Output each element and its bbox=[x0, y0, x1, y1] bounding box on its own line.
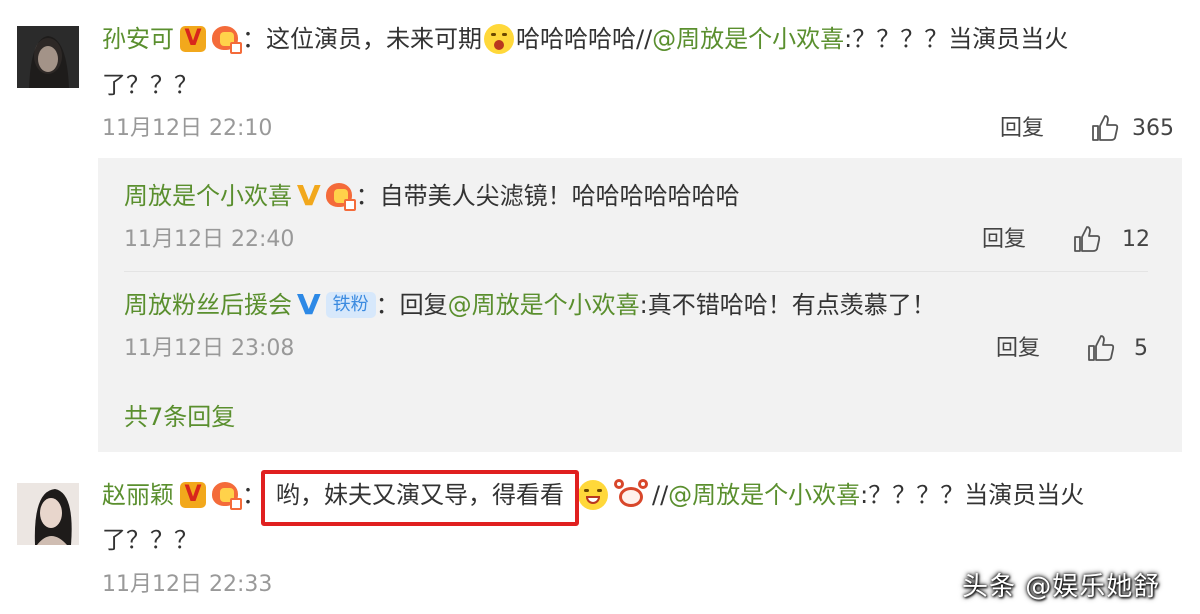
avatar[interactable] bbox=[17, 483, 79, 545]
username[interactable]: 赵丽颖 bbox=[102, 480, 174, 510]
colon: ： bbox=[375, 291, 400, 319]
thumbs-up-icon[interactable] bbox=[1072, 224, 1102, 254]
verified-v-icon: V bbox=[180, 482, 206, 508]
more-replies-link[interactable]: 共7条回复 bbox=[124, 402, 235, 432]
reply-date: 11月12日 23:08 bbox=[124, 336, 295, 361]
comment-text: :？？？？当演员当火 bbox=[844, 25, 1069, 53]
like-count: 12 bbox=[1122, 227, 1150, 252]
reply-prefix: 回复 bbox=[399, 291, 448, 319]
username[interactable]: 周放粉丝后援会 bbox=[124, 290, 292, 320]
fan-badge-icon bbox=[210, 480, 242, 510]
comment-text: 了？？？ bbox=[102, 71, 198, 99]
comment-line: 了？？？ bbox=[102, 70, 198, 100]
comment-date: 11月12日 22:10 bbox=[102, 116, 273, 141]
colon: ： bbox=[242, 25, 266, 53]
mention-link[interactable]: @周放是个小欢喜 bbox=[652, 24, 844, 54]
comment-text: // bbox=[652, 481, 669, 509]
comment-text: 哈哈哈哈哈// bbox=[516, 25, 653, 53]
mention-link[interactable]: @周放是个小欢喜 bbox=[448, 290, 640, 320]
reply-button[interactable]: 回复 bbox=[1000, 115, 1044, 143]
comment-text: :？？？？当演员当火 bbox=[860, 481, 1085, 509]
verified-v-icon: V bbox=[296, 179, 321, 212]
thumbs-up-icon[interactable] bbox=[1090, 113, 1120, 143]
reply-line: 周放粉丝后援会 V 铁粉 ： 回复 @周放是个小欢喜 :真不错哈哈！有点羡慕了！ bbox=[124, 290, 936, 320]
reply-line: 周放是个小欢喜 V ： 自带美人尖滤镜！哈哈哈哈哈哈哈 bbox=[124, 181, 740, 211]
verified-v-icon: V bbox=[296, 288, 321, 321]
comment-line: 孙安可 V ： 这位演员，未来可期 哈哈哈哈哈// @周放是个小欢喜 :？？？？… bbox=[102, 24, 1068, 54]
grin-emoji-icon bbox=[578, 480, 608, 510]
comment-line: 赵丽颖 V ： 哟，妹夫又演又导，得看看 // @周放是个小欢喜 :？？？？当演… bbox=[102, 479, 1084, 511]
reply-button[interactable]: 回复 bbox=[996, 335, 1040, 363]
verified-v-icon: V bbox=[180, 26, 206, 52]
mention-link[interactable]: @周放是个小欢喜 bbox=[668, 480, 860, 510]
reply-button[interactable]: 回复 bbox=[982, 226, 1026, 254]
username[interactable]: 孙安可 bbox=[102, 24, 174, 54]
watermark: 头条 @娱乐她舒 bbox=[962, 572, 1161, 602]
comment-date: 11月12日 22:33 bbox=[102, 572, 273, 597]
comment-text: 了？？？ bbox=[102, 526, 198, 554]
like-count: 365 bbox=[1132, 116, 1174, 141]
crab-emoji-icon bbox=[614, 479, 648, 511]
iron-fan-badge: 铁粉 bbox=[325, 292, 376, 318]
thumbs-up-icon[interactable] bbox=[1086, 333, 1116, 363]
username[interactable]: 周放是个小欢喜 bbox=[124, 181, 292, 211]
fan-badge-icon bbox=[210, 24, 242, 54]
like-count: 5 bbox=[1134, 336, 1148, 361]
comment-text: 这位演员，未来可期 bbox=[266, 25, 482, 53]
highlight-box bbox=[261, 470, 579, 526]
scream-emoji-icon bbox=[484, 24, 514, 54]
divider bbox=[124, 271, 1148, 272]
fan-badge-icon bbox=[324, 181, 356, 211]
comment-line: 了？？？ bbox=[102, 525, 198, 555]
reply-date: 11月12日 22:40 bbox=[124, 227, 295, 252]
colon: ： bbox=[355, 182, 380, 210]
avatar[interactable] bbox=[17, 26, 79, 88]
reply-text: 自带美人尖滤镜！哈哈哈哈哈哈哈 bbox=[379, 182, 740, 210]
reply-text: :真不错哈哈！有点羡慕了！ bbox=[639, 291, 936, 319]
